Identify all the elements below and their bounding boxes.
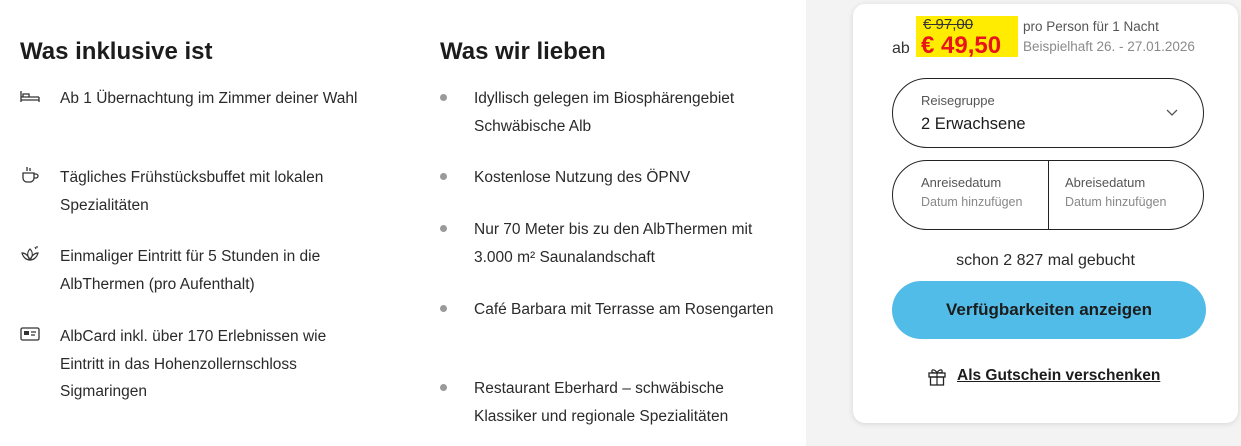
spa-lotus-icon	[20, 245, 40, 263]
price-unit: pro Person für 1 Nacht	[1023, 19, 1159, 34]
example-dates: Beispielhaft 26. - 27.01.2026	[1023, 39, 1195, 54]
love-item-text: Idyllisch gelegen im Biosphärengebiet Sc…	[474, 90, 735, 135]
inclusive-item-text: AlbCard inkl. über 170 Erlebnissen wie E…	[60, 328, 327, 400]
love-item-text: Restaurant Eberhard – schwäbische Klassi…	[474, 380, 729, 425]
gift-voucher-label: Als Gutschein verschenken	[957, 367, 1161, 384]
bullet-icon	[440, 94, 447, 101]
departure-date-field[interactable]: Abreisedatum Datum hinzufügen	[1049, 161, 1203, 229]
old-price: € 97,00	[923, 16, 974, 33]
arrival-date-field[interactable]: Anreisedatum Datum hinzufügen	[893, 161, 1048, 229]
chevron-down-icon	[1165, 105, 1179, 116]
inclusive-title: Was inklusive ist	[20, 38, 213, 65]
price-prefix: ab	[892, 40, 910, 57]
show-availability-button[interactable]: Verfügbarkeiten anzeigen	[892, 281, 1206, 339]
love-item-text: Nur 70 Meter bis zu den AlbThermen mit 3…	[474, 221, 753, 266]
coffee-cup-icon	[20, 166, 40, 184]
travel-group-value: 2 Erwachsene	[921, 115, 1026, 133]
arrival-date-label: Anreisedatum	[921, 175, 1002, 190]
love-item-text: Kostenlose Nutzung des ÖPNV	[474, 169, 691, 186]
bullet-icon	[440, 384, 447, 391]
inclusive-item-text: Einmaliger Eintritt für 5 Stunden in die…	[60, 248, 321, 293]
arrival-date-placeholder: Datum hinzufügen	[921, 195, 1023, 209]
travel-group-select[interactable]: Reisegruppe 2 Erwachsene	[892, 78, 1204, 148]
love-title: Was wir lieben	[440, 38, 606, 65]
love-item-text: Café Barbara mit Terrasse am Rosengarten	[474, 301, 774, 318]
bed-icon	[20, 87, 40, 105]
booking-count: schon 2 827 mal gebucht	[956, 252, 1135, 269]
departure-date-placeholder: Datum hinzufügen	[1065, 195, 1167, 209]
gift-voucher-link[interactable]: Als Gutschein verschenken	[927, 365, 1187, 387]
gift-icon	[927, 366, 947, 386]
travel-group-label: Reisegruppe	[921, 93, 995, 108]
booking-card: € 97,00 ab € 49,50 pro Person für 1 Nach…	[853, 4, 1238, 423]
bullet-icon	[440, 225, 447, 232]
card-icon	[20, 325, 40, 343]
departure-date-label: Abreisedatum	[1065, 175, 1146, 190]
details-panel: Was inklusive ist Ab 1 Übernachtung im Z…	[0, 0, 806, 446]
date-range-picker: Anreisedatum Datum hinzufügen Abreisedat…	[892, 160, 1204, 230]
inclusive-item-text: Tägliches Frühstücksbuffet mit lokalen S…	[60, 169, 324, 214]
current-price: € 49,50	[921, 32, 1002, 59]
inclusive-item-text: Ab 1 Übernachtung im Zimmer deiner Wahl	[60, 90, 358, 107]
bullet-icon	[440, 305, 447, 312]
bullet-icon	[440, 173, 447, 180]
